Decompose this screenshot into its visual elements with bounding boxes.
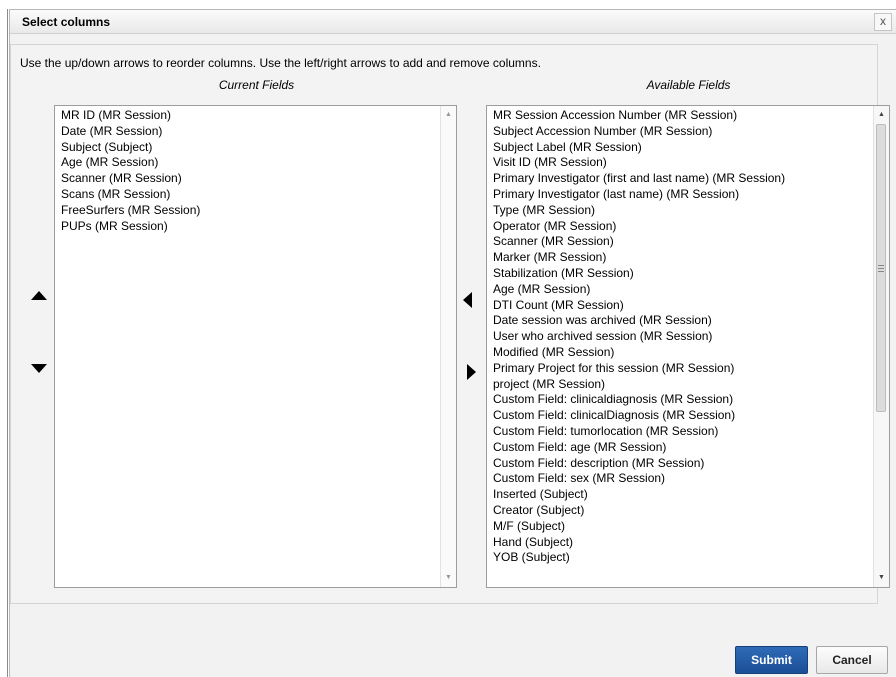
grip-icon <box>878 271 884 272</box>
list-item[interactable]: PUPs (MR Session) <box>61 219 456 235</box>
list-item[interactable]: Custom Field: clinicaldiagnosis (MR Sess… <box>493 392 889 408</box>
list-item[interactable]: Age (MR Session) <box>61 155 456 171</box>
list-item[interactable]: DTI Count (MR Session) <box>493 298 889 314</box>
submit-button[interactable]: Submit <box>735 646 808 674</box>
scrollbar-thumb[interactable] <box>876 124 886 412</box>
instructions-text: Use the up/down arrows to reorder column… <box>20 56 541 70</box>
current-fields-heading: Current Fields <box>218 78 295 92</box>
list-item[interactable]: Custom Field: age (MR Session) <box>493 440 889 456</box>
list-item[interactable]: Marker (MR Session) <box>493 250 889 266</box>
list-item[interactable]: Creator (Subject) <box>493 503 889 519</box>
list-item[interactable]: Scanner (MR Session) <box>493 234 889 250</box>
available-fields-heading: Available Fields <box>646 78 731 92</box>
list-item[interactable]: Type (MR Session) <box>493 203 889 219</box>
list-item[interactable]: FreeSurfers (MR Session) <box>61 203 456 219</box>
dialog-titlebar[interactable]: Select columns x <box>10 10 896 34</box>
list-item[interactable]: MR Session Accession Number (MR Session) <box>493 108 889 124</box>
list-item[interactable]: Hand (Subject) <box>493 535 889 551</box>
remove-field-icon[interactable] <box>467 364 476 380</box>
list-item[interactable]: Date (MR Session) <box>61 124 456 140</box>
list-item[interactable]: Custom Field: sex (MR Session) <box>493 471 889 487</box>
list-item[interactable]: Age (MR Session) <box>493 282 889 298</box>
list-item[interactable]: Operator (MR Session) <box>493 219 889 235</box>
list-item[interactable]: M/F (Subject) <box>493 519 889 535</box>
list-item[interactable]: Date session was archived (MR Session) <box>493 313 889 329</box>
current-fields-items: MR ID (MR Session) Date (MR Session) Subje… <box>55 106 456 234</box>
cancel-button[interactable]: Cancel <box>816 646 888 674</box>
scroll-down-icon[interactable]: ▼ <box>874 571 889 585</box>
list-item[interactable]: Primary Investigator (last name) (MR Ses… <box>493 187 889 203</box>
available-fields-list[interactable]: MR Session Accession Number (MR Session)… <box>486 105 890 588</box>
list-item[interactable]: Subject Accession Number (MR Session) <box>493 124 889 140</box>
available-list-scrollbar[interactable]: ▲ ▼ <box>873 106 889 587</box>
list-item[interactable]: Scans (MR Session) <box>61 187 456 203</box>
list-item[interactable]: Scanner (MR Session) <box>61 171 456 187</box>
current-fields-list[interactable]: MR ID (MR Session) Date (MR Session) Subje… <box>54 105 457 588</box>
dialog-title: Select columns <box>22 15 111 29</box>
list-item[interactable]: Modified (MR Session) <box>493 345 889 361</box>
move-down-icon[interactable] <box>31 364 47 373</box>
list-item[interactable]: YOB (Subject) <box>493 550 889 566</box>
list-item[interactable]: Subject (Subject) <box>61 140 456 156</box>
list-item[interactable]: Primary Investigator (first and last nam… <box>493 171 889 187</box>
list-item[interactable]: Custom Field: tumorlocation (MR Session) <box>493 424 889 440</box>
list-item[interactable]: Custom Field: description (MR Session) <box>493 456 889 472</box>
grip-icon <box>878 268 884 269</box>
list-item[interactable]: Visit ID (MR Session) <box>493 155 889 171</box>
add-field-icon[interactable] <box>463 292 472 308</box>
list-item[interactable]: Custom Field: clinicalDiagnosis (MR Sess… <box>493 408 889 424</box>
grip-icon <box>878 265 884 266</box>
list-item[interactable]: MR ID (MR Session) <box>61 108 456 124</box>
list-item[interactable]: Primary Project for this session (MR Ses… <box>493 361 889 377</box>
list-item[interactable]: project (MR Session) <box>493 377 889 393</box>
close-icon[interactable]: x <box>874 13 892 31</box>
scroll-up-icon[interactable]: ▲ <box>874 108 889 122</box>
list-item[interactable]: User who archived session (MR Session) <box>493 329 889 345</box>
scroll-up-icon[interactable]: ▲ <box>441 108 456 122</box>
scroll-down-icon[interactable]: ▼ <box>441 571 456 585</box>
move-up-icon[interactable] <box>31 291 47 300</box>
list-item[interactable]: Inserted (Subject) <box>493 487 889 503</box>
window-edge <box>7 9 8 677</box>
list-item[interactable]: Stabilization (MR Session) <box>493 266 889 282</box>
available-fields-items: MR Session Accession Number (MR Session)… <box>487 106 889 566</box>
list-item[interactable]: Subject Label (MR Session) <box>493 140 889 156</box>
current-list-scrollbar[interactable]: ▲ ▼ <box>440 106 456 587</box>
